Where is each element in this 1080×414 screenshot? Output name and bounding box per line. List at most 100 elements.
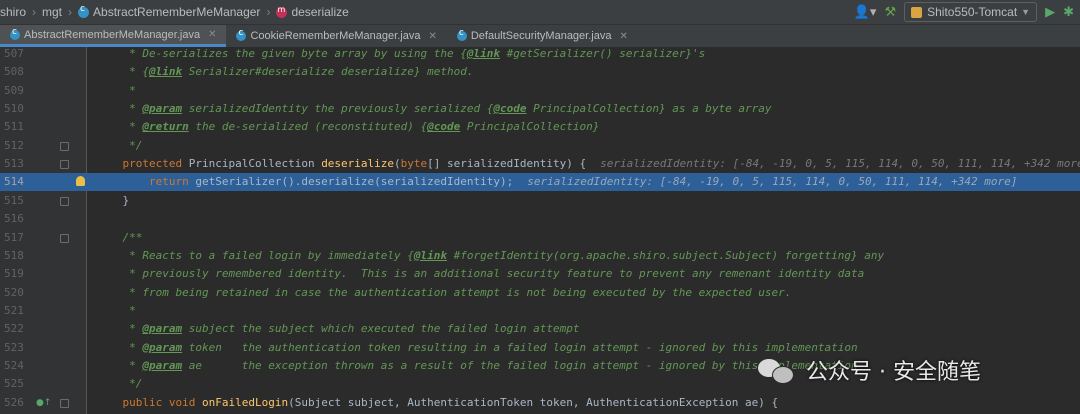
code-line[interactable]: 516 [0, 210, 1080, 228]
tab-cookie-remember-me-manager[interactable]: CookieRememberMeManager.java ✕ [226, 25, 446, 47]
watermark: 公众号 · 安全随笔 [758, 354, 981, 386]
class-icon [456, 28, 467, 41]
class-icon [236, 28, 247, 41]
inline-debug-value: serializedIdentity: [-84, -19, 0, 5, 115… [527, 175, 1018, 189]
tab-abstract-remember-me-manager[interactable]: AbstractRememberMeManager.java ✕ [0, 25, 227, 47]
line-number: 518 [4, 248, 24, 262]
class-icon [10, 27, 20, 40]
code-text: * {@link Serializer#deserialize deserial… [96, 65, 474, 79]
watermark-text: 公众号 · 安全随笔 [806, 360, 981, 385]
code-line[interactable]: 510 * @param serializedIdentity the prev… [0, 100, 1080, 118]
code-line[interactable]: 526 public void onFailedLogin(Subject su… [0, 394, 1080, 412]
breadcrumb-label: AbstractRememberMeManager [93, 5, 261, 19]
line-number: 510 [4, 102, 24, 116]
line-number: 513 [4, 157, 24, 171]
line-number: 514 [4, 175, 24, 189]
code-text: * [96, 83, 136, 97]
chevron-down-icon: ▼ [1021, 7, 1031, 17]
fold-marker-icon[interactable] [60, 160, 69, 170]
code-line[interactable]: 522 * @param subject the subject which e… [0, 320, 1080, 338]
line-number: 524 [4, 358, 24, 372]
line-number: 520 [4, 285, 24, 299]
code-line[interactable]: 507 * De-serializes the given byte array… [0, 45, 1080, 63]
inline-debug-value: serializedIdentity: [-84, -19, 0, 5, 115… [600, 157, 1080, 171]
code-text: * @param token the authentication token … [96, 340, 858, 354]
line-number: 522 [4, 322, 24, 336]
line-number: 521 [4, 303, 24, 317]
breadcrumb-label: shiro [0, 5, 27, 19]
fold-marker-icon[interactable] [60, 398, 69, 408]
breadcrumb: shiro › mgt › AbstractRememberMeManager … [0, 0, 349, 24]
code-line[interactable]: 508 * {@link Serializer#deserialize dese… [0, 63, 1080, 81]
code-line[interactable]: 513 protected PrincipalCollection deseri… [0, 155, 1080, 173]
breadcrumb-item-package[interactable]: shiro [0, 5, 26, 19]
code-text: * @param ae the exception thrown as a re… [96, 358, 858, 372]
method-icon [276, 5, 288, 18]
code-text: * De-serializes the given byte array by … [96, 47, 706, 60]
code-text: */ [96, 377, 143, 391]
code-text: protected PrincipalCollection deserializ… [96, 155, 1080, 173]
code-line[interactable]: 518 * Reacts to a failed login by immedi… [0, 247, 1080, 265]
code-line[interactable]: 514 return getSerializer().deserialize(s… [0, 173, 1080, 192]
wechat-logo-icon [758, 357, 796, 384]
close-icon[interactable]: ✕ [208, 29, 216, 40]
tab-label: AbstractRememberMeManager.java [24, 28, 201, 41]
lightbulb-icon[interactable] [76, 176, 85, 187]
code-text: */ [96, 138, 143, 152]
line-number: 512 [4, 138, 24, 152]
breadcrumb-item-method[interactable]: deserialize [276, 5, 349, 19]
close-icon[interactable]: ✕ [619, 31, 627, 42]
line-number: 508 [4, 65, 24, 79]
tab-default-security-manager[interactable]: DefaultSecurityManager.java ✕ [447, 25, 638, 47]
class-icon [78, 4, 90, 18]
debug-icon[interactable]: ✱ [1063, 5, 1074, 20]
breadcrumb-item-subpackage[interactable]: mgt [42, 5, 62, 19]
build-hammer-icon[interactable]: ⚒ [884, 5, 896, 20]
code-line[interactable]: 509 * [0, 82, 1080, 100]
user-icon[interactable]: 👤▾ [854, 5, 877, 20]
code-text: } [96, 193, 130, 207]
line-number: 525 [4, 377, 24, 391]
tomcat-icon [911, 6, 923, 18]
code-text: return getSerializer().deserialize(seria… [148, 175, 1018, 189]
code-line[interactable]: 515 } [0, 192, 1080, 210]
override-marker-icon[interactable]: ●↑ [36, 394, 51, 412]
line-number: 523 [4, 340, 24, 354]
run-icon[interactable]: ▶ [1045, 5, 1055, 20]
line-number: 517 [4, 230, 24, 244]
code-line[interactable]: 517 /** [0, 229, 1080, 247]
tab-label: CookieRememberMeManager.java [250, 30, 421, 42]
code-line[interactable]: 519 * previously remembered identity. Th… [0, 265, 1080, 283]
code-text: * from being retained in case the authen… [96, 285, 792, 299]
line-number: 519 [4, 267, 24, 281]
fold-marker-icon[interactable] [60, 196, 69, 206]
code-line[interactable]: 521 * [0, 302, 1080, 320]
tab-label: DefaultSecurityManager.java [470, 30, 612, 42]
run-configuration-select[interactable]: Shito550-Tomcat ▼ [904, 2, 1038, 22]
line-number: 516 [4, 212, 24, 226]
code-line[interactable]: 512 */ [0, 137, 1080, 155]
code-text: * @return the de-serialized (reconstitut… [96, 120, 600, 134]
code-text: * @param subject the subject which execu… [96, 322, 580, 336]
code-line[interactable]: 511 * @return the de-serialized (reconst… [0, 118, 1080, 136]
code-text: * @param serializedIdentity the previous… [96, 102, 772, 116]
fold-marker-icon[interactable] [60, 141, 69, 151]
code-text: public void onFailedLogin(Subject subjec… [122, 395, 779, 409]
chevron-right-icon: › [266, 5, 271, 19]
breadcrumb-label: deserialize [291, 5, 349, 19]
breadcrumb-item-class[interactable]: AbstractRememberMeManager [78, 4, 261, 19]
line-number: 507 [4, 47, 24, 60]
code-text: * Reacts to a failed login by immediatel… [96, 248, 885, 262]
chevron-right-icon: › [32, 5, 37, 19]
chevron-right-icon: › [68, 5, 73, 19]
code-line[interactable]: 520 * from being retained in case the au… [0, 284, 1080, 302]
fold-marker-icon[interactable] [60, 233, 69, 243]
breadcrumb-label: mgt [42, 5, 63, 19]
line-number: 511 [4, 120, 24, 134]
close-icon[interactable]: ✕ [428, 31, 436, 42]
line-number: 515 [4, 193, 24, 207]
code-text: * previously remembered identity. This i… [96, 267, 865, 281]
line-number: 509 [4, 83, 24, 97]
run-configuration-label: Shito550-Tomcat [927, 5, 1018, 19]
toolbar-right: 👤▾ ⚒ Shito550-Tomcat ▼ ▶ ✱ [854, 0, 1074, 24]
